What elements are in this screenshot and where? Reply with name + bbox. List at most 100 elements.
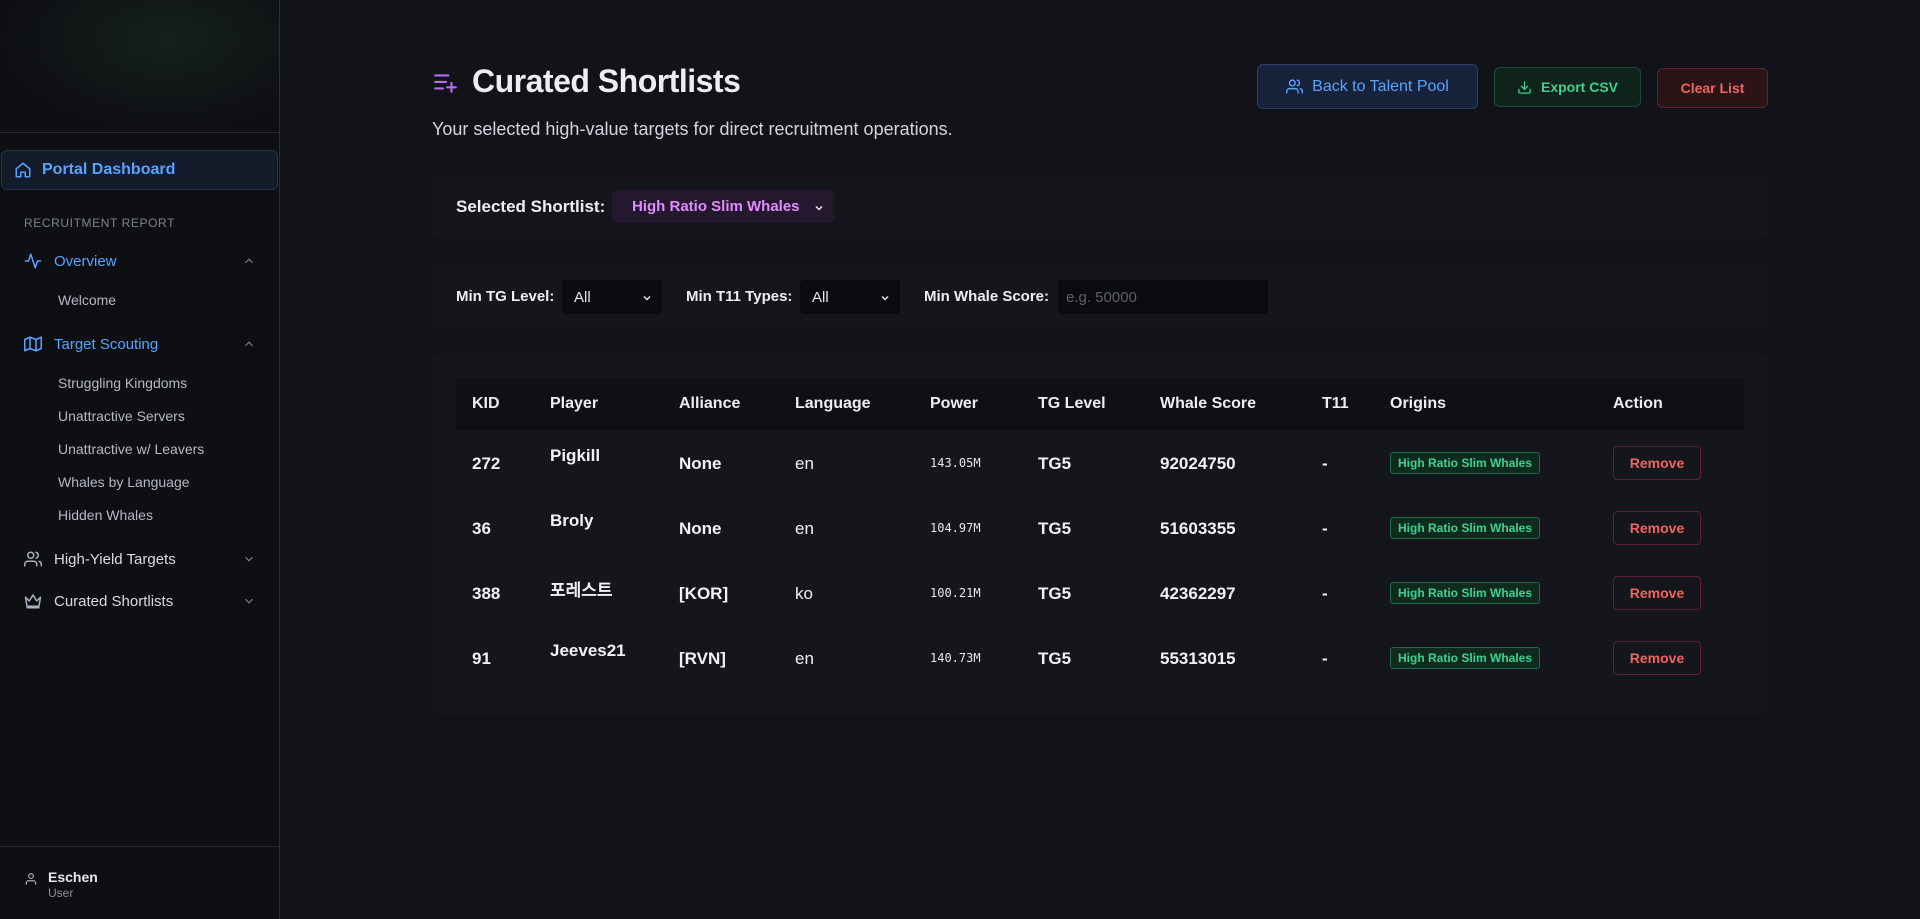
cell-alliance: [RVN] bbox=[679, 649, 726, 668]
list-plus-icon bbox=[432, 70, 458, 101]
crown-icon bbox=[24, 592, 42, 610]
sidebar-item-struggling-kingdoms[interactable]: Struggling Kingdoms bbox=[58, 375, 187, 391]
cell-tg-level: TG5 bbox=[1038, 584, 1072, 603]
download-icon bbox=[1517, 80, 1532, 95]
home-icon bbox=[14, 161, 32, 179]
sidebar-group-label: Overview bbox=[54, 252, 117, 270]
origin-badge: High Ratio Slim Whales bbox=[1390, 452, 1541, 474]
sidebar-item-whales-by-language[interactable]: Whales by Language bbox=[58, 474, 190, 490]
sidebar bbox=[0, 0, 280, 919]
cell-t11: - bbox=[1322, 584, 1328, 603]
shortlist-label: Selected Shortlist: bbox=[456, 197, 606, 216]
user-name: Eschen bbox=[48, 869, 98, 885]
min-tg-value: All bbox=[574, 288, 591, 306]
shortlist-select[interactable]: High Ratio Slim Whales bbox=[612, 190, 834, 223]
remove-button[interactable]: Remove bbox=[1613, 511, 1701, 545]
sidebar-group-target-scouting[interactable]: Target Scouting bbox=[24, 331, 256, 357]
map-icon bbox=[24, 335, 42, 353]
cell-kid: 91 bbox=[472, 649, 491, 668]
chevron-down-icon bbox=[242, 552, 256, 566]
users-icon bbox=[24, 550, 42, 568]
cell-player: 포레스트 bbox=[550, 581, 613, 601]
cell-language: en bbox=[795, 649, 814, 668]
button-label: Clear List bbox=[1680, 80, 1745, 96]
clear-list-button[interactable]: Clear List bbox=[1657, 68, 1768, 108]
remove-button[interactable]: Remove bbox=[1613, 576, 1701, 610]
sidebar-item-hidden-whales[interactable]: Hidden Whales bbox=[58, 507, 153, 523]
col-header-kid[interactable]: KID bbox=[472, 395, 500, 413]
sidebar-group-curated-shortlists[interactable]: Curated Shortlists bbox=[24, 588, 256, 614]
page-subtitle: Your selected high-value targets for dir… bbox=[432, 119, 953, 139]
shortlist-select-value: High Ratio Slim Whales bbox=[632, 198, 800, 215]
users-icon bbox=[1286, 78, 1304, 95]
min-t11-value: All bbox=[812, 288, 829, 306]
cell-whale-score: 55313015 bbox=[1160, 649, 1236, 668]
remove-button[interactable]: Remove bbox=[1613, 446, 1701, 480]
col-header-origins[interactable]: Origins bbox=[1390, 395, 1446, 413]
sidebar-logo-area bbox=[0, 0, 279, 133]
cell-language: en bbox=[795, 454, 814, 473]
sidebar-item-unattractive-leavers[interactable]: Unattractive w/ Leavers bbox=[58, 441, 204, 457]
remove-button[interactable]: Remove bbox=[1613, 641, 1701, 675]
cell-power: 143.05M bbox=[930, 456, 981, 470]
cell-power: 104.97M bbox=[930, 521, 981, 535]
cell-whale-score: 42362297 bbox=[1160, 584, 1236, 603]
chevron-down-icon bbox=[641, 291, 653, 308]
chevron-down-icon bbox=[242, 594, 256, 608]
cell-whale-score: 51603355 bbox=[1160, 519, 1236, 538]
cell-kid: 36 bbox=[472, 519, 491, 538]
cell-alliance: [KOR] bbox=[679, 584, 729, 603]
col-header-language[interactable]: Language bbox=[795, 395, 871, 413]
min-t11-select[interactable]: All bbox=[800, 280, 900, 314]
section-label: RECRUITMENT REPORT bbox=[24, 216, 176, 230]
chevron-down-icon bbox=[813, 201, 825, 218]
button-label: Export CSV bbox=[1540, 79, 1618, 95]
sidebar-item-unattractive-servers[interactable]: Unattractive Servers bbox=[58, 408, 185, 424]
cell-alliance: None bbox=[679, 519, 722, 538]
chevron-up-icon bbox=[242, 337, 256, 351]
sidebar-item-welcome[interactable]: Welcome bbox=[58, 292, 116, 308]
sidebar-group-high-yield-targets[interactable]: High-Yield Targets bbox=[24, 546, 256, 572]
col-header-action: Action bbox=[1613, 395, 1663, 412]
cell-player: Jeeves21 bbox=[550, 641, 626, 660]
sidebar-item-label: Portal Dashboard bbox=[42, 161, 176, 178]
user-profile[interactable]: Eschen User bbox=[0, 846, 279, 919]
cell-tg-level: TG5 bbox=[1038, 649, 1072, 668]
cell-tg-level: TG5 bbox=[1038, 519, 1072, 538]
min-tg-label: Min TG Level: bbox=[456, 288, 555, 305]
cell-player: Broly bbox=[550, 511, 594, 530]
cell-power: 100.21M bbox=[930, 586, 981, 600]
cell-language: ko bbox=[795, 584, 813, 603]
page-title: Curated Shortlists bbox=[472, 63, 741, 99]
user-role: User bbox=[48, 886, 74, 900]
col-header-tg-level[interactable]: TG Level bbox=[1038, 395, 1106, 413]
col-header-power[interactable]: Power bbox=[930, 395, 978, 413]
sidebar-item-portal-dashboard[interactable]: Portal Dashboard bbox=[1, 150, 278, 190]
sidebar-group-label: Target Scouting bbox=[54, 335, 159, 353]
min-whale-score-input[interactable] bbox=[1058, 280, 1268, 314]
cell-player: Pigkill bbox=[550, 446, 601, 465]
cell-tg-level: TG5 bbox=[1038, 454, 1072, 473]
cell-kid: 272 bbox=[472, 454, 501, 473]
cell-whale-score: 92024750 bbox=[1160, 454, 1236, 473]
user-icon bbox=[24, 872, 38, 886]
cell-language: en bbox=[795, 519, 814, 538]
col-header-alliance[interactable]: Alliance bbox=[679, 395, 740, 413]
chevron-up-icon bbox=[242, 254, 256, 268]
sidebar-group-label: High-Yield Targets bbox=[54, 550, 176, 568]
back-to-talent-pool-button[interactable]: Back to Talent Pool bbox=[1257, 64, 1478, 109]
export-csv-button[interactable]: Export CSV bbox=[1494, 67, 1641, 107]
origin-badge: High Ratio Slim Whales bbox=[1390, 582, 1541, 604]
min-whale-score-label: Min Whale Score: bbox=[924, 288, 1050, 305]
cell-kid: 388 bbox=[472, 584, 501, 603]
min-tg-select[interactable]: All bbox=[562, 280, 662, 314]
col-header-whale-score[interactable]: Whale Score bbox=[1160, 395, 1256, 413]
origin-badge: High Ratio Slim Whales bbox=[1390, 647, 1541, 669]
col-header-player[interactable]: Player bbox=[550, 395, 598, 413]
origin-badge: High Ratio Slim Whales bbox=[1390, 517, 1541, 539]
chevron-down-icon bbox=[879, 291, 891, 308]
sidebar-group-label: Curated Shortlists bbox=[54, 592, 174, 610]
cell-alliance: None bbox=[679, 454, 722, 473]
col-header-t11[interactable]: T11 bbox=[1322, 395, 1349, 413]
sidebar-group-overview[interactable]: Overview bbox=[24, 248, 256, 274]
